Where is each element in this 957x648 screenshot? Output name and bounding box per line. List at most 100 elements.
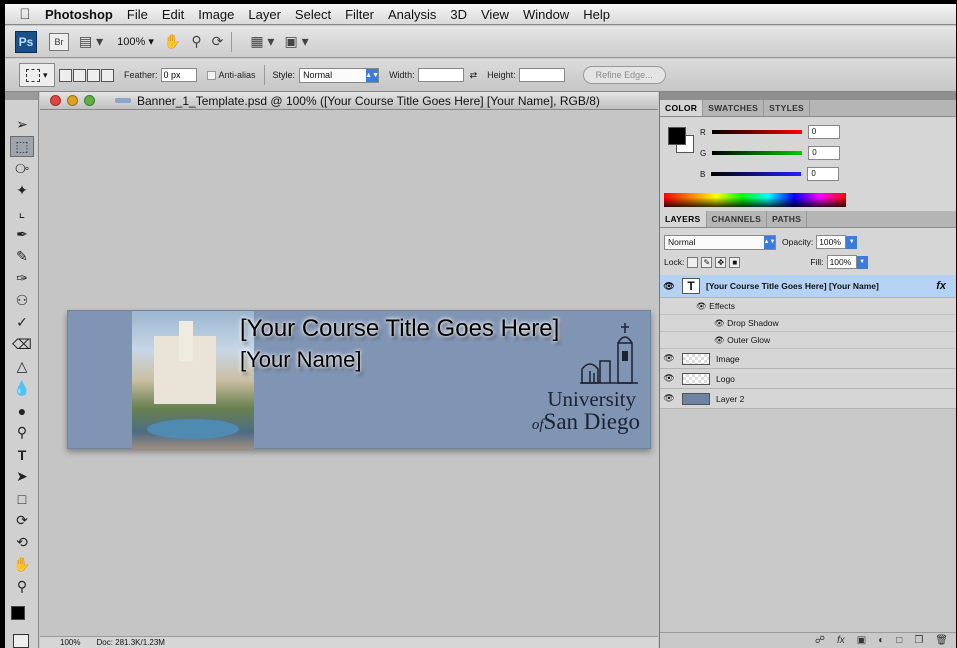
add-selection-button[interactable]	[73, 68, 86, 82]
panel-grip[interactable]	[660, 92, 956, 100]
add-style-icon[interactable]: fx	[837, 635, 845, 646]
eye-icon[interactable]: 👁	[660, 353, 678, 364]
magic-wand-tool-icon[interactable]: ✦	[10, 180, 34, 201]
eye-icon[interactable]: 👁	[660, 281, 678, 292]
eye-icon[interactable]: 👁	[714, 318, 725, 329]
style-select[interactable]: Normal ▲▼	[299, 67, 380, 83]
tab-styles[interactable]: STYLES	[764, 100, 811, 116]
status-zoom[interactable]: 100%	[60, 638, 80, 647]
menu-help[interactable]: Help	[583, 7, 610, 22]
fx-icon[interactable]: fx	[936, 280, 946, 292]
feather-input[interactable]	[160, 68, 197, 82]
panel-grip[interactable]	[5, 92, 38, 100]
height-input[interactable]	[518, 68, 565, 82]
shape-tool-icon[interactable]: □	[10, 488, 34, 509]
clone-stamp-tool-icon[interactable]: ⚇	[10, 290, 34, 311]
lock-all-icon[interactable]: ■	[729, 256, 741, 268]
lasso-tool-icon[interactable]: ⧂	[10, 158, 34, 179]
history-brush-tool-icon[interactable]: ✓	[10, 312, 34, 333]
path-selection-tool-icon[interactable]: ➤	[10, 466, 34, 487]
eye-icon[interactable]: 👁	[660, 393, 678, 404]
blue-value[interactable]: 0	[807, 167, 840, 181]
arrange-documents-icon[interactable]: ▦ ▾	[250, 33, 274, 50]
dodge-tool-icon[interactable]: ●	[10, 400, 34, 421]
menu-filter[interactable]: Filter	[345, 7, 374, 22]
new-selection-button[interactable]	[59, 68, 72, 82]
menu-window[interactable]: Window	[523, 7, 569, 22]
color-spectrum[interactable]	[664, 193, 846, 207]
intersect-selection-button[interactable]	[101, 68, 114, 82]
paint-bucket-tool-icon[interactable]: △	[10, 356, 34, 377]
adjustment-layer-icon[interactable]: ◐	[878, 635, 884, 646]
hand-tool-icon[interactable]: ✋	[10, 554, 34, 575]
healing-brush-tool-icon[interactable]: ✎	[10, 246, 34, 267]
lock-transparency-icon[interactable]	[687, 256, 699, 268]
menu-image[interactable]: Image	[198, 7, 234, 22]
document-title-bar[interactable]: Banner_1_Template.psd @ 100% ([Your Cour…	[40, 92, 658, 110]
screen-mode-icon[interactable]: ▣ ▾	[284, 33, 308, 50]
extras-menu-icon[interactable]: ▤ ▾	[79, 33, 103, 50]
hand-tool-icon[interactable]: ✋	[164, 33, 181, 50]
zoom-tool-icon[interactable]: ⚲	[191, 33, 201, 50]
zoom-level-dropdown[interactable]: 100% ▾	[117, 35, 154, 48]
zoom-window-icon[interactable]	[84, 95, 95, 106]
add-mask-icon[interactable]: ▣	[857, 635, 866, 646]
opacity-input[interactable]: 100% ▼	[816, 235, 858, 249]
menu-select[interactable]: Select	[295, 7, 331, 22]
blur-tool-icon[interactable]: 💧	[10, 378, 34, 399]
layer-row-image[interactable]: 👁 Image	[660, 349, 956, 369]
tool-preset-picker[interactable]: ▾	[19, 63, 55, 87]
menu-3d[interactable]: 3D	[450, 7, 467, 22]
link-layers-icon[interactable]: ☍	[815, 635, 825, 646]
type-tool-icon[interactable]: T	[10, 444, 34, 465]
tab-paths[interactable]: PATHS	[767, 211, 808, 227]
3d-rotate-tool-icon[interactable]: ⟳	[10, 510, 34, 531]
refine-edge-button[interactable]: Refine Edge...	[582, 66, 666, 84]
eye-icon[interactable]: 👁	[714, 335, 725, 346]
menu-layer[interactable]: Layer	[248, 7, 281, 22]
green-slider[interactable]	[712, 151, 803, 155]
width-input[interactable]	[417, 68, 464, 82]
eyedropper-tool-icon[interactable]: ✒	[10, 224, 34, 245]
brush-tool-icon[interactable]: ✑	[10, 268, 34, 289]
blue-slider[interactable]	[711, 172, 802, 176]
red-slider[interactable]	[711, 130, 802, 134]
layer-row-text[interactable]: 👁 T [Your Course Title Goes Here] [Your …	[660, 275, 956, 298]
subtract-selection-button[interactable]	[87, 68, 100, 82]
quick-mask-button[interactable]	[13, 634, 29, 648]
new-group-icon[interactable]: □	[896, 635, 902, 646]
menu-file[interactable]: File	[127, 7, 148, 22]
menu-view[interactable]: View	[481, 7, 509, 22]
antialias-checkbox[interactable]: Anti-alias	[206, 70, 256, 81]
menu-edit[interactable]: Edit	[162, 7, 184, 22]
eye-icon[interactable]: 👁	[660, 373, 678, 384]
minimize-window-icon[interactable]	[67, 95, 78, 106]
swap-dimensions-icon[interactable]: ⇄	[470, 70, 478, 81]
lock-pixels-icon[interactable]: ✎	[701, 256, 713, 268]
delete-layer-icon[interactable]: 🗑	[935, 635, 948, 646]
menu-analysis[interactable]: Analysis	[388, 7, 436, 22]
foreground-color-swatch[interactable]	[668, 127, 686, 145]
effects-row[interactable]: 👁 Effects	[660, 298, 956, 315]
bridge-button[interactable]: Br	[49, 32, 69, 51]
3d-orbit-tool-icon[interactable]: ⟲	[10, 532, 34, 553]
marquee-tool-icon[interactable]: ⬚	[10, 136, 34, 157]
effect-row-outer-glow[interactable]: 👁 Outer Glow	[660, 332, 956, 349]
banner-canvas[interactable]: [Your Course Title Goes Here] [Your Name…	[67, 310, 651, 449]
blend-mode-select[interactable]: Normal ▲▼	[664, 234, 776, 250]
eye-icon[interactable]: 👁	[696, 301, 707, 312]
layer-row-logo[interactable]: 👁 Logo	[660, 369, 956, 389]
lock-position-icon[interactable]: ✥	[715, 256, 727, 268]
effect-row-drop-shadow[interactable]: 👁 Drop Shadow	[660, 315, 956, 332]
menu-app-name[interactable]: Photoshop	[45, 7, 113, 22]
rotate-view-icon[interactable]: ⟳	[212, 33, 224, 50]
red-value[interactable]: 0	[807, 125, 840, 139]
tab-swatches[interactable]: SWATCHES	[703, 100, 765, 116]
apple-icon[interactable]: 	[5, 6, 45, 23]
crop-tool-icon[interactable]: ⌞	[10, 202, 34, 223]
pen-tool-icon[interactable]: ⚲	[10, 422, 34, 443]
close-window-icon[interactable]	[50, 95, 61, 106]
fill-input[interactable]: 100% ▼	[826, 255, 868, 269]
new-layer-icon[interactable]: ❐	[914, 635, 923, 646]
foreground-color-swatch[interactable]	[11, 606, 25, 620]
